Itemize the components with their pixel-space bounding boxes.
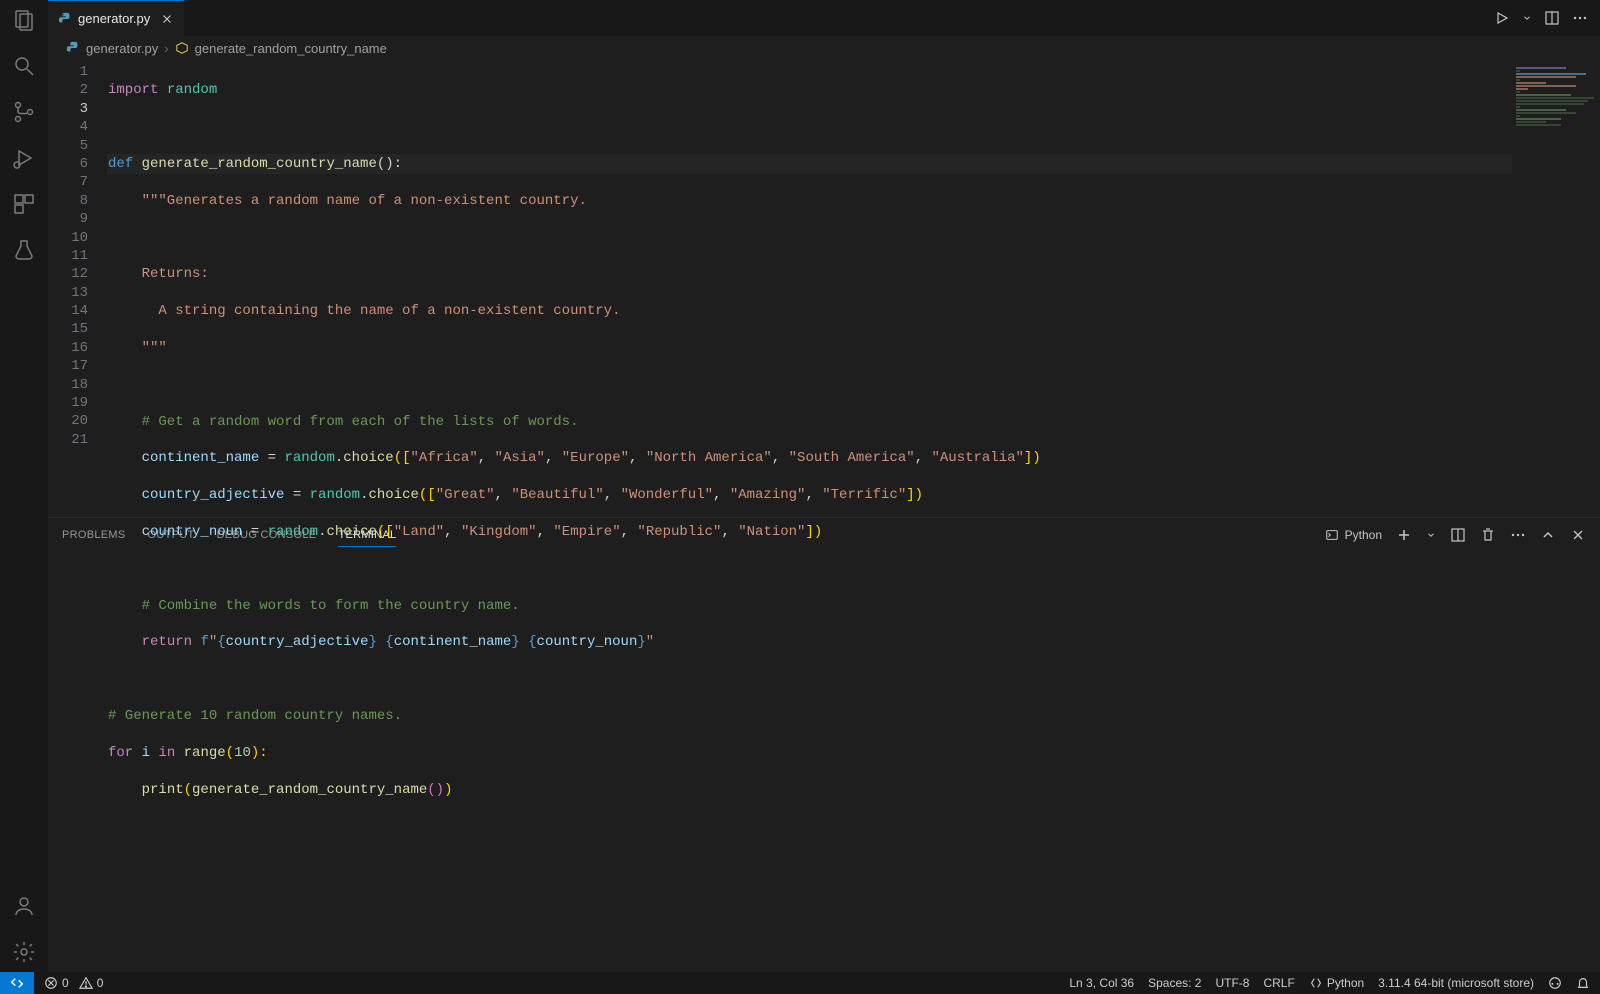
status-interpreter[interactable]: 3.11.4 64-bit (microsoft store) <box>1378 976 1534 990</box>
line-number: 7 <box>48 173 88 191</box>
line-number: 11 <box>48 247 88 265</box>
status-feedback-icon[interactable] <box>1548 976 1562 990</box>
python-file-icon <box>58 12 72 26</box>
split-editor-icon[interactable] <box>1544 10 1560 26</box>
run-debug-icon[interactable] <box>12 146 36 170</box>
settings-gear-icon[interactable] <box>12 940 36 964</box>
status-indent[interactable]: Spaces: 2 <box>1148 976 1201 990</box>
line-number: 14 <box>48 302 88 320</box>
status-encoding[interactable]: UTF-8 <box>1215 976 1249 990</box>
line-number: 1 <box>48 63 88 81</box>
account-icon[interactable] <box>12 894 36 918</box>
line-number: 9 <box>48 210 88 228</box>
more-icon[interactable] <box>1572 10 1588 26</box>
line-number: 10 <box>48 229 88 247</box>
tab-label: generator.py <box>78 11 150 26</box>
minimap[interactable] <box>1512 60 1600 517</box>
code-editor[interactable]: 123456789101112131415161718192021 import… <box>48 60 1600 517</box>
warning-count: 0 <box>97 976 104 990</box>
editor-tabs: generator.py <box>48 0 1600 36</box>
testing-icon[interactable] <box>12 238 36 262</box>
remote-button[interactable] <box>0 972 34 994</box>
breadcrumb-symbol: generate_random_country_name <box>195 41 387 56</box>
line-number-gutter: 123456789101112131415161718192021 <box>48 60 108 517</box>
line-number: 20 <box>48 412 88 430</box>
line-number: 15 <box>48 320 88 338</box>
source-control-icon[interactable] <box>12 100 36 124</box>
status-bell-icon[interactable] <box>1576 976 1590 990</box>
run-icon[interactable] <box>1494 10 1510 26</box>
line-number: 5 <box>48 137 88 155</box>
line-number: 16 <box>48 339 88 357</box>
error-count: 0 <box>62 976 69 990</box>
code-area[interactable]: import random def generate_random_countr… <box>108 60 1600 517</box>
extensions-icon[interactable] <box>12 192 36 216</box>
breadcrumb-file: generator.py <box>86 41 158 56</box>
status-eol[interactable]: CRLF <box>1263 976 1294 990</box>
line-number: 3 <box>48 100 88 118</box>
status-language[interactable]: Python <box>1309 976 1364 990</box>
tab-generator[interactable]: generator.py <box>48 0 184 36</box>
line-number: 8 <box>48 192 88 210</box>
line-number: 12 <box>48 265 88 283</box>
breadcrumb[interactable]: generator.py › generate_random_country_n… <box>48 36 1600 60</box>
line-number: 17 <box>48 357 88 375</box>
explorer-icon[interactable] <box>12 8 36 32</box>
symbol-method-icon <box>175 41 189 55</box>
chevron-down-icon[interactable] <box>1522 10 1532 26</box>
line-number: 13 <box>48 284 88 302</box>
line-number: 6 <box>48 155 88 173</box>
status-bar: 0 0 Ln 3, Col 36 Spaces: 2 UTF-8 CRLF Py… <box>0 972 1600 994</box>
line-number: 21 <box>48 431 88 449</box>
search-icon[interactable] <box>12 54 36 78</box>
status-problems[interactable]: 0 0 <box>44 976 103 990</box>
close-icon[interactable] <box>160 12 174 26</box>
line-number: 18 <box>48 376 88 394</box>
status-cursor[interactable]: Ln 3, Col 36 <box>1069 976 1134 990</box>
chevron-right-icon: › <box>164 41 168 56</box>
line-number: 2 <box>48 81 88 99</box>
line-number: 19 <box>48 394 88 412</box>
line-number: 4 <box>48 118 88 136</box>
python-file-icon <box>66 41 80 55</box>
activity-bar <box>0 0 48 972</box>
